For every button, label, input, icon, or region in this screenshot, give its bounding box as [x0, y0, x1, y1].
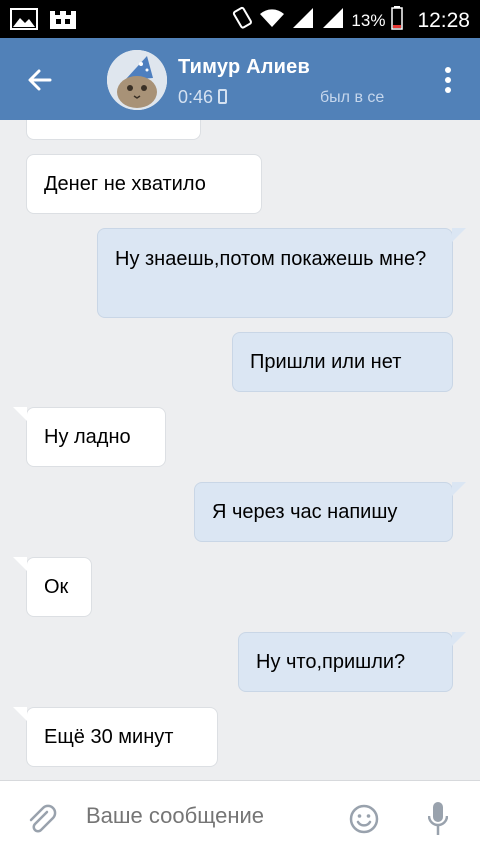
vk-notification-icon	[48, 7, 78, 36]
battery-icon	[391, 6, 404, 36]
message-bubble-incoming[interactable]	[26, 120, 201, 140]
message-bubble-incoming[interactable]: Ок	[26, 557, 92, 617]
battery-percent: 13%	[351, 11, 386, 30]
bubble-tail	[452, 632, 466, 646]
message-text: Я через час напишу	[212, 501, 398, 523]
message-text: Ну ладно	[44, 426, 131, 448]
message-text: Ещё 30 минут	[44, 726, 174, 748]
header-time-text: 0:46	[178, 87, 214, 107]
bubble-tail	[13, 707, 27, 721]
message-input[interactable]	[86, 803, 326, 829]
emoji-icon[interactable]	[348, 803, 380, 835]
clock: 12:28	[417, 9, 470, 32]
message-bubble-incoming[interactable]: Денег не хватило	[26, 154, 262, 214]
vibrate-icon	[231, 6, 253, 36]
message-bubble-outgoing[interactable]: Пришли или нет	[232, 332, 453, 392]
signal-2-icon	[321, 7, 345, 35]
last-seen-status: был в се	[320, 89, 385, 106]
message-text: Ну что,пришли?	[256, 651, 406, 673]
signal-1-icon	[291, 7, 315, 35]
back-arrow-icon[interactable]	[22, 62, 58, 98]
message-text: Денег не хватило	[44, 173, 206, 195]
message-bubble-outgoing[interactable]: Ну что,пришли?	[238, 632, 453, 692]
bubble-tail	[13, 557, 27, 571]
header-time: 0:46	[178, 87, 228, 108]
more-menu-icon[interactable]	[436, 64, 460, 98]
message-list[interactable]: Денег не хватило Ну знаешь,потом покажеш…	[0, 120, 480, 780]
message-bubble-outgoing[interactable]: Ну знаешь,потом покажешь мне?	[97, 228, 453, 318]
status-bar: 13% 12:28	[0, 0, 480, 38]
composer-bar	[0, 780, 480, 854]
bubble-tail	[13, 407, 27, 421]
wifi-icon	[259, 7, 285, 35]
message-bubble-incoming[interactable]: Ну ладно	[26, 407, 166, 467]
paperclip-icon[interactable]	[25, 803, 59, 837]
gallery-notification-icon	[10, 8, 38, 35]
chat-header: Тимур Алиев 0:46 был в се	[0, 38, 480, 120]
phone-icon	[218, 89, 228, 104]
message-bubble-incoming[interactable]: Ещё 30 минут	[26, 707, 218, 767]
bubble-tail	[452, 228, 466, 242]
contact-name: Тимур Алиев	[178, 56, 310, 78]
message-text: Ок	[44, 576, 69, 598]
microphone-icon[interactable]	[427, 801, 449, 837]
avatar[interactable]	[107, 50, 167, 110]
message-text: Ну знаешь,потом покажешь мне?	[115, 248, 427, 270]
message-text: Пришли или нет	[250, 351, 402, 373]
message-bubble-outgoing[interactable]: Я через час напишу	[194, 482, 453, 542]
bubble-tail	[452, 482, 466, 496]
